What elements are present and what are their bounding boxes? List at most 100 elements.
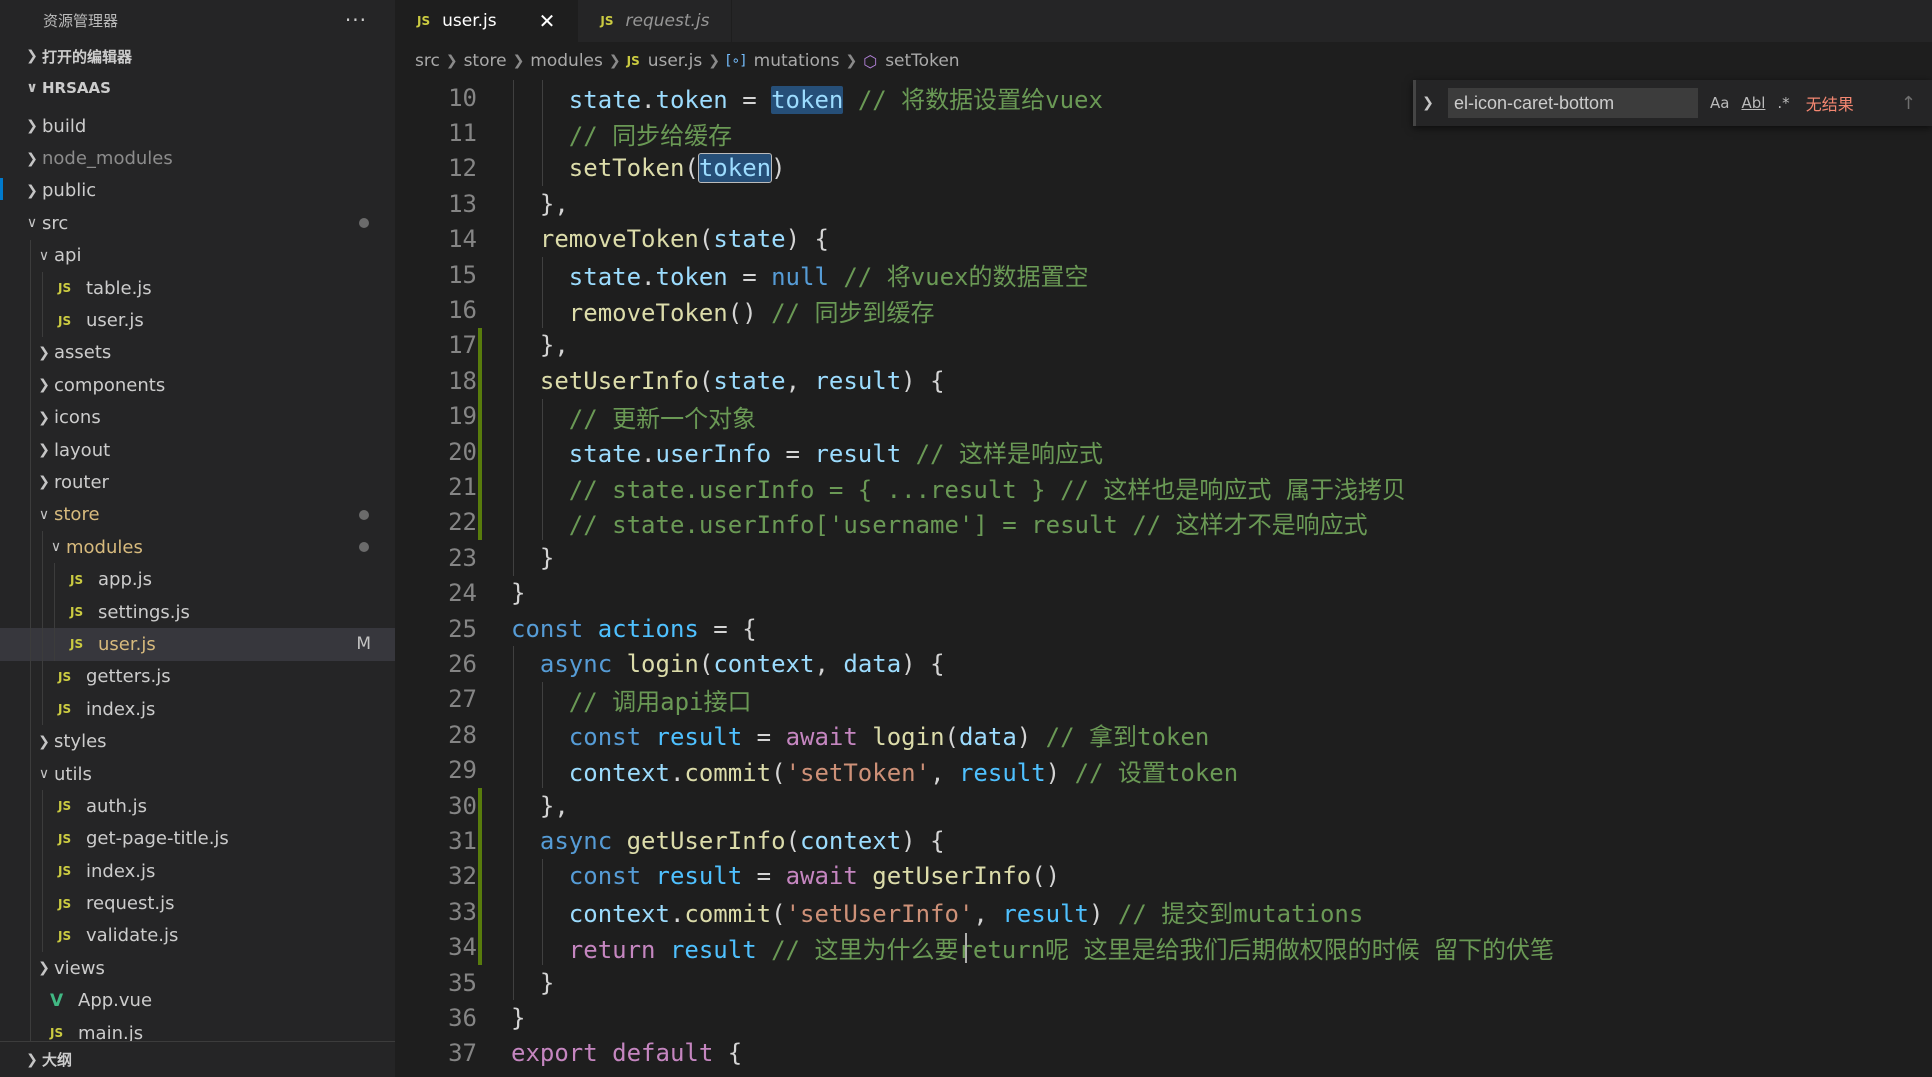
tree-folder[interactable]: ❯ assets (0, 336, 395, 370)
tree-file[interactable]: JS validate.js (0, 919, 395, 953)
line-number: 14 (448, 225, 477, 254)
code-line[interactable]: 31 async getUserInfo(context) { (395, 823, 1932, 858)
tree-file[interactable]: JS index.js (0, 854, 395, 888)
breadcrumb-mutations[interactable]: mutations (754, 51, 840, 71)
code-line[interactable]: 13 }, (395, 186, 1932, 221)
code-line[interactable]: 23 } (395, 540, 1932, 575)
match-case-button[interactable]: Aa (1710, 94, 1729, 112)
breadcrumb-store[interactable]: store (464, 51, 507, 71)
arrow-up-icon[interactable]: ↑ (1901, 93, 1916, 114)
js-file-icon: JS (600, 14, 614, 28)
tree-file[interactable]: JS index.js (0, 693, 395, 726)
code-text: state.token = token // 将数据设置给vuex (511, 80, 1103, 115)
code-line[interactable]: 32 const result = await getUserInfo() (395, 859, 1932, 894)
line-number: 27 (448, 685, 477, 714)
tree-folder[interactable]: ❯ views (0, 952, 395, 985)
code-token: , (785, 366, 815, 395)
outline-section[interactable]: ❯ 大纲 (0, 1041, 395, 1077)
code-line[interactable]: 27 // 调用api接口 (395, 682, 1932, 717)
tree-folder[interactable]: ∨ modules (0, 531, 395, 564)
toggle-replace-icon[interactable]: ❯ (1416, 95, 1440, 111)
indent-guide (54, 628, 55, 661)
code-line[interactable]: 28 const result = await login(data) // 拿… (395, 717, 1932, 752)
code-line[interactable]: 20 state.userInfo = result // 这样是响应式 (395, 434, 1932, 469)
whole-word-button[interactable]: Abl (1741, 94, 1765, 112)
tree-file[interactable]: JS user.js (0, 304, 395, 337)
js-file-icon: JS (50, 1026, 64, 1041)
code-line[interactable]: 29 context.commit('setToken', result) //… (395, 753, 1932, 788)
open-editors-section[interactable]: ❯ 打开的编辑器 (0, 40, 395, 72)
code-token: 'setToken' (785, 758, 931, 787)
tree-folder[interactable]: ∨ store (0, 498, 395, 532)
code-line[interactable]: 21 // state.userInfo = { ...result } // … (395, 469, 1932, 504)
tree-file[interactable]: JS table.js (0, 271, 395, 305)
code-token: const (568, 723, 642, 752)
tree-file[interactable]: JS app.js (0, 563, 395, 596)
breadcrumb-settoken[interactable]: setToken (885, 51, 959, 71)
code-token: = (727, 86, 772, 115)
tree-file[interactable]: JS get-page-title.js (0, 822, 395, 855)
code-token: state (568, 86, 642, 115)
code-line[interactable]: 17 }, (395, 328, 1932, 363)
tree-folder[interactable]: ❯ public (0, 175, 395, 207)
tree-folder[interactable]: ∨ utils (0, 757, 395, 791)
more-actions-icon[interactable]: ··· (345, 8, 367, 32)
tree-file[interactable]: V App.vue (0, 984, 395, 1017)
code-line[interactable]: 18 setUserInfo(state, result) { (395, 363, 1932, 398)
code-line[interactable]: 36} (395, 1000, 1932, 1035)
tree-file[interactable]: JS settings.js (0, 595, 395, 629)
code-token: ) { (785, 225, 829, 254)
code-line[interactable]: 22 // state.userInfo['username'] = resul… (395, 505, 1932, 540)
code-token: // 将vuex的数据置空 (843, 263, 1089, 292)
line-number: 16 (448, 296, 477, 325)
tab-request-js[interactable]: JS request.js (578, 0, 733, 42)
find-input[interactable] (1448, 88, 1698, 118)
js-file-icon: JS (70, 605, 84, 620)
project-section[interactable]: ∨ HRSAAS (0, 72, 395, 104)
tree-folder[interactable]: ∨ src (0, 207, 395, 239)
tree-folder[interactable]: ❯ components (0, 369, 395, 402)
code-line[interactable]: 16 removeToken() // 同步到缓存 (395, 292, 1932, 327)
close-icon[interactable]: ✕ (539, 9, 556, 33)
tree-folder[interactable]: ❯ build (0, 110, 395, 142)
indent-guide (42, 531, 43, 564)
breadcrumb-modules[interactable]: modules (530, 51, 603, 71)
code-line[interactable]: 19 // 更新一个对象 (395, 399, 1932, 434)
tree-file[interactable]: JS auth.js (0, 790, 395, 823)
code-line[interactable]: 15 state.token = null // 将vuex的数据置空 (395, 257, 1932, 292)
code-line[interactable]: 25 const actions = { (395, 611, 1932, 646)
tree-folder[interactable]: ∨ api (0, 239, 395, 272)
breadcrumb-file[interactable]: user.js (648, 51, 703, 71)
code-editor[interactable]: 10 state.token = token // 将数据设置给vuex 11 /… (395, 80, 1932, 1077)
tree-file[interactable]: JS user.js M (0, 628, 395, 661)
tree-file[interactable]: JS getters.js (0, 660, 395, 694)
code-token: removeToken (539, 225, 699, 254)
code-line[interactable]: 12 setToken(token) (395, 151, 1932, 186)
code-line[interactable]: 35 } (395, 965, 1932, 1000)
tree-item-label: icons (54, 407, 101, 429)
code-token: await (785, 723, 858, 752)
code-line[interactable]: 33 context.commit('setUserInfo', result)… (395, 894, 1932, 929)
indent-guide (30, 757, 31, 791)
breadcrumb-src[interactable]: src (415, 51, 440, 71)
code-token: context (568, 900, 670, 929)
regex-button[interactable]: .* (1777, 94, 1789, 112)
code-line[interactable]: 37 export default { (395, 1036, 1932, 1071)
tree-folder[interactable]: ❯ node_modules (0, 142, 395, 174)
code-line[interactable]: 26 async login(context, data) { (395, 646, 1932, 681)
chevron-down-icon: ∨ (50, 539, 62, 556)
code-token: ( (785, 827, 801, 856)
code-line[interactable]: 30 }, (395, 788, 1932, 823)
tree-file[interactable]: JS request.js (0, 887, 395, 920)
tree-folder[interactable]: ❯ icons (0, 401, 395, 434)
tree-folder[interactable]: ❯ styles (0, 725, 395, 758)
code-line[interactable]: 14 removeToken(state) { (395, 222, 1932, 257)
code-token: // 将数据设置给vuex (857, 86, 1103, 115)
tree-folder[interactable]: ❯ layout (0, 433, 395, 467)
code-text: context.commit('setToken', result) // 设置… (511, 753, 1238, 788)
tree-folder[interactable]: ❯ router (0, 466, 395, 499)
code-line[interactable]: 24} (395, 576, 1932, 611)
code-line[interactable]: 34 return result // 这里为什么要return呢 这里是给我们… (395, 930, 1932, 965)
tab-user-js[interactable]: JS user.js ✕ (395, 0, 579, 42)
code-token: }, (539, 189, 569, 218)
